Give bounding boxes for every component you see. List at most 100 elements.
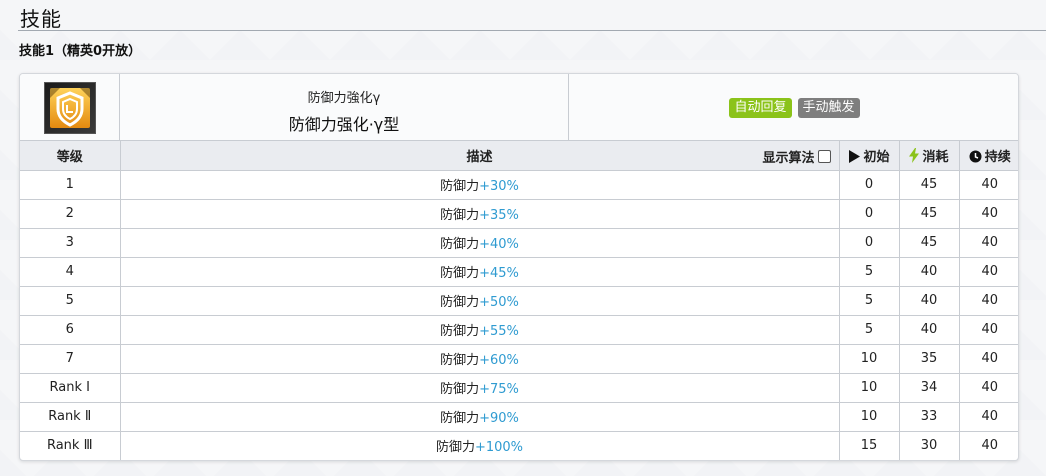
row-description-stat: 防御力 — [440, 179, 480, 194]
row-duration: 40 — [959, 228, 1018, 258]
row-description-value: +75% — [479, 382, 519, 397]
row-description: 防御力+55% — [120, 315, 840, 345]
row-description-stat: 防御力 — [440, 324, 480, 339]
table-row: 7 防御力+60% 10 35 40 — [20, 344, 1018, 374]
row-description-value: +40% — [479, 237, 519, 252]
row-level: 5 — [20, 286, 121, 316]
row-duration: 40 — [959, 257, 1018, 287]
row-description-stat: 防御力 — [440, 295, 480, 310]
play-icon — [848, 149, 861, 163]
section-title: 技能 — [20, 7, 62, 31]
row-description-stat: 防御力 — [440, 353, 480, 368]
skill-header-row: 防御力強化γ 防御力强化·γ型 自动回复 手动触发 — [20, 74, 1018, 141]
row-description-value: +100% — [474, 440, 524, 456]
show-algorithm-label: 显示算法 — [762, 151, 815, 166]
row-initial: 10 — [839, 344, 900, 374]
table-row: 1 防御力+30% 0 45 40 — [20, 170, 1018, 200]
row-initial: 0 — [839, 199, 900, 229]
title-divider — [18, 30, 1046, 31]
row-description-stat: 防御力 — [440, 411, 480, 426]
clock-icon — [969, 150, 982, 163]
row-initial: 10 — [839, 373, 900, 403]
row-duration: 40 — [959, 170, 1018, 200]
row-description-stat: 防御力 — [440, 266, 480, 281]
row-description: 防御力+50% — [120, 286, 840, 316]
table-row: Rank Ⅱ 防御力+90% 10 33 40 — [20, 402, 1018, 432]
header-duration: 持续 — [959, 141, 1018, 171]
header-level: 等级 — [20, 141, 121, 171]
row-initial: 10 — [839, 402, 900, 432]
shield-icon-graphic — [49, 87, 90, 128]
row-duration: 40 — [959, 373, 1018, 403]
row-cost: 45 — [899, 170, 960, 200]
tag-auto-recovery: 自动回复 — [729, 97, 792, 118]
row-cost: 40 — [899, 315, 960, 345]
header-initial: 初始 — [839, 141, 900, 171]
shield-icon — [43, 81, 96, 134]
row-level: Rank Ⅲ — [20, 431, 121, 460]
row-description-value: +60% — [479, 353, 519, 368]
row-level: Rank Ⅰ — [20, 373, 121, 403]
row-description-value: +30% — [479, 179, 519, 194]
row-cost: 30 — [899, 431, 960, 460]
skill-name-original: 防御力強化γ — [307, 91, 381, 106]
row-description-value: +55% — [479, 324, 519, 339]
bolt-icon — [909, 147, 920, 163]
table-row: 5 防御力+50% 5 40 40 — [20, 286, 1018, 316]
row-description-value: +90% — [479, 411, 519, 426]
row-description-value: +45% — [479, 266, 519, 281]
row-level: 6 — [20, 315, 121, 345]
row-duration: 40 — [959, 344, 1018, 374]
row-cost: 45 — [899, 199, 960, 229]
row-cost: 40 — [899, 257, 960, 287]
row-duration: 40 — [981, 438, 999, 454]
show-algorithm-toggle[interactable]: 显示算法 — [762, 147, 831, 166]
row-description: 防御力+90% — [120, 402, 840, 432]
skill-name-cell: 防御力強化γ 防御力强化·γ型 — [120, 74, 569, 141]
row-description: 防御力+100% — [120, 431, 840, 460]
table-row: 4 防御力+45% 5 40 40 — [20, 257, 1018, 287]
row-cost: 35 — [899, 344, 960, 374]
show-algorithm-checkbox[interactable] — [817, 150, 831, 163]
row-initial: 5 — [839, 315, 900, 345]
table-row: 3 防御力+40% 0 45 40 — [20, 228, 1018, 258]
row-duration: 40 — [959, 199, 1018, 229]
header-duration-label: 持续 — [984, 149, 1011, 165]
row-cost: 33 — [899, 402, 960, 432]
skill-tags: 自动回复 手动触发 — [569, 74, 1018, 141]
row-duration: 40 — [959, 286, 1018, 316]
table-body: 1 防御力+30% 0 45 40 2 防御力+35% 0 45 40 3 防御力+40% 0 45 40 4… — [20, 170, 1018, 460]
row-initial: 5 — [839, 257, 900, 287]
header-initial-label: 初始 — [863, 149, 890, 165]
row-cost: 45 — [899, 228, 960, 258]
skill-icon-cell — [20, 74, 120, 141]
row-initial: 0 — [839, 170, 900, 200]
row-description-value: +35% — [479, 208, 519, 223]
skill-subtitle: 技能1（精英0开放） — [19, 44, 142, 59]
row-duration: 40 — [959, 402, 1018, 432]
row-description-stat: 防御力 — [440, 382, 480, 397]
table-row: 2 防御力+35% 0 45 40 — [20, 199, 1018, 229]
row-duration: 40 — [959, 315, 1018, 345]
row-description-stat: 防御力 — [435, 440, 475, 456]
row-description: 防御力+30% — [120, 170, 840, 200]
row-cost: 34 — [899, 373, 960, 403]
row-level: 2 — [20, 199, 121, 229]
row-description: 防御力+75% — [120, 373, 840, 403]
row-description: 防御力+40% — [120, 228, 840, 258]
skill-name-cn: 防御力强化·γ型 — [288, 115, 400, 134]
header-cost-label: 消耗 — [922, 149, 949, 165]
row-initial: 5 — [839, 286, 900, 316]
table-row: Rank Ⅰ 防御力+75% 10 34 40 — [20, 373, 1018, 403]
row-initial: 15 — [839, 431, 900, 460]
row-description: 防御力+45% — [120, 257, 840, 287]
row-description-stat: 防御力 — [440, 237, 480, 252]
header-description: 描述 显示算法 — [120, 141, 840, 171]
row-cost: 40 — [899, 286, 960, 316]
table-row: Rank Ⅲ 防御力+100% 15 30 40 — [20, 431, 1018, 460]
table-header-row: 等级 描述 显示算法 初始 消耗 持续 — [20, 141, 1018, 171]
row-level: 7 — [20, 344, 121, 374]
header-cost: 消耗 — [899, 141, 960, 171]
row-level: 4 — [20, 257, 121, 287]
row-description-stat: 防御力 — [440, 208, 480, 223]
